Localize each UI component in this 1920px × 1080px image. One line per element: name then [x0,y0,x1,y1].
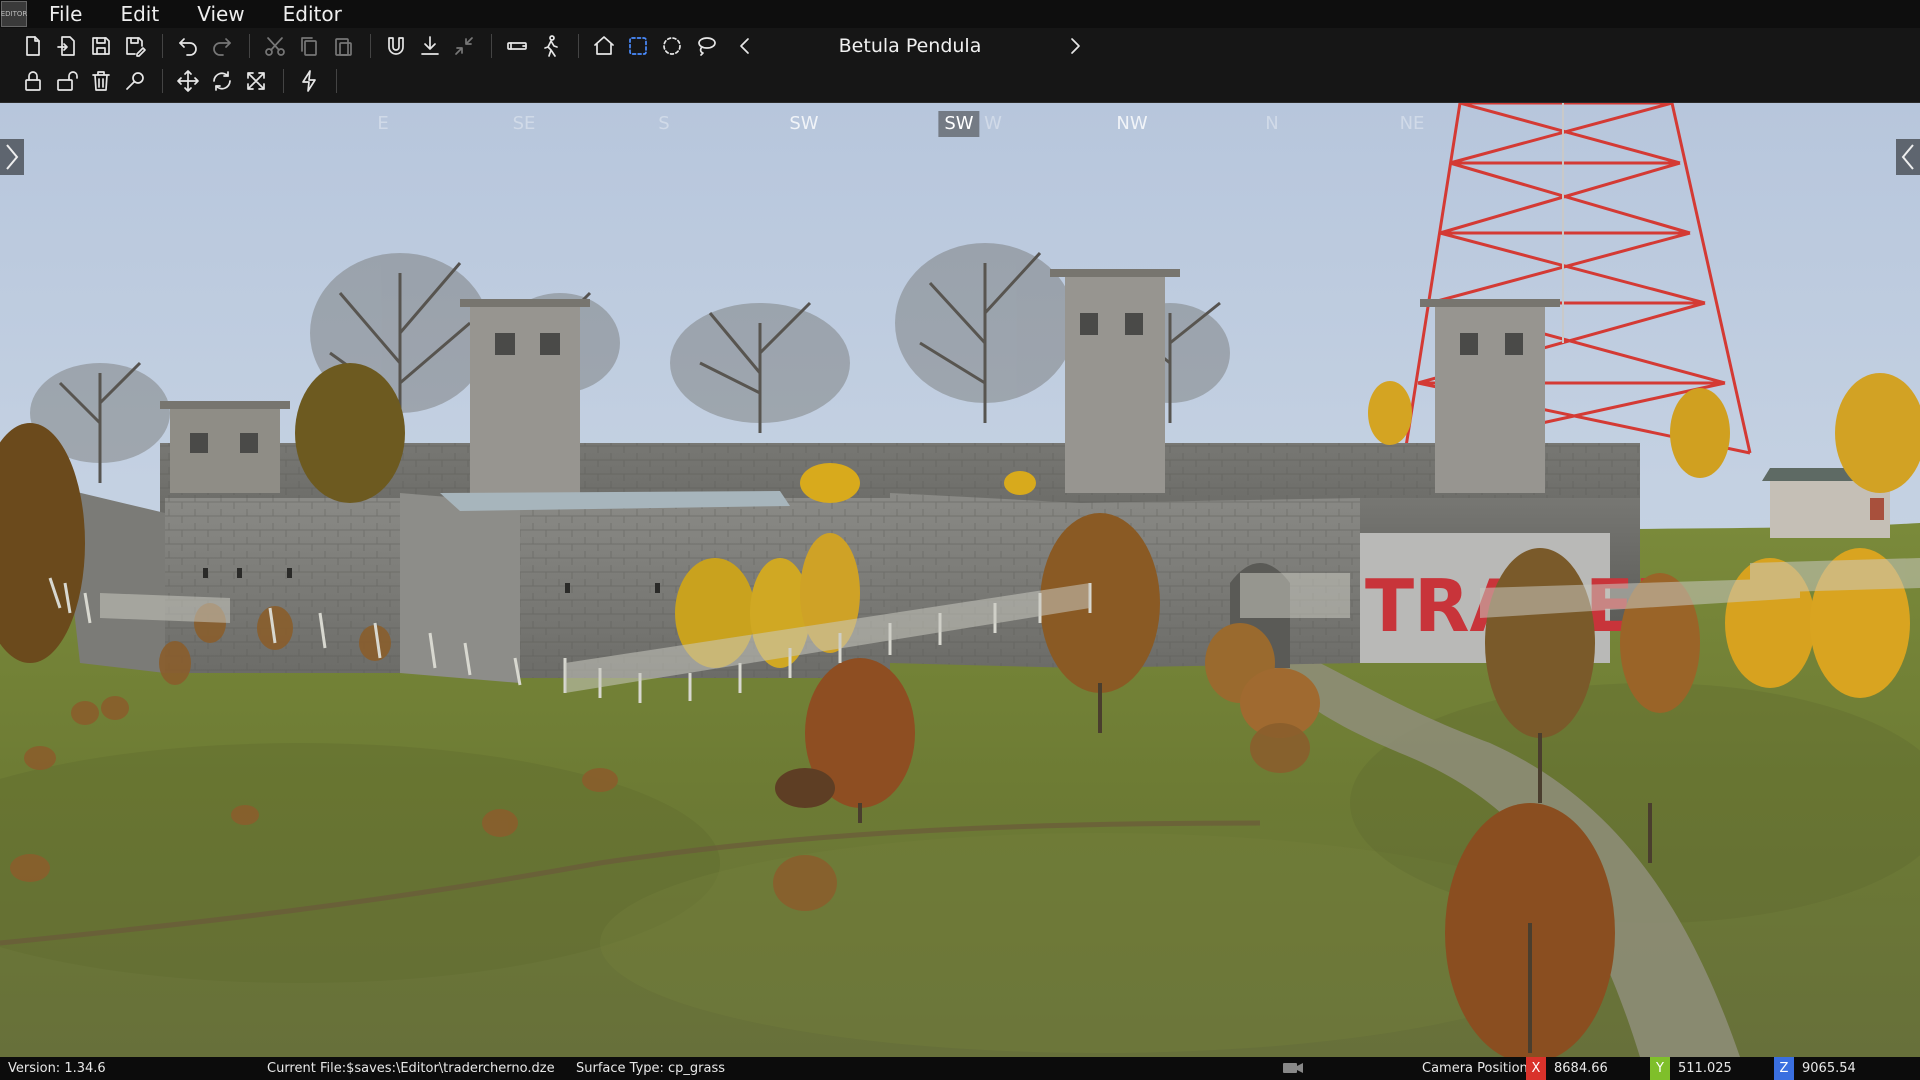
camera-z-value: 9065.54 [1802,1061,1856,1076]
circle-select-icon[interactable] [657,31,687,61]
camera-z: Z 9065.54 [1774,1057,1856,1080]
toolbar-separator [249,34,250,58]
collapse-icon[interactable] [449,31,479,61]
toolbar-separator [336,69,337,93]
left-panel-toggle[interactable] [0,139,24,175]
compass-label-nw: NW [1116,113,1148,134]
ground-snap-icon[interactable] [415,31,445,61]
lightning-icon[interactable] [294,66,324,96]
chevron-left-icon [1901,144,1914,170]
toolbar: Betula Pendula [0,28,1920,103]
toolbar-separator [283,69,284,93]
toolbar-separator [578,34,579,58]
menu-file[interactable]: File [49,2,82,26]
compass-label-w: W [984,113,1002,134]
compass-label-se: SE [512,113,536,134]
menu-view[interactable]: View [197,2,244,26]
binoculars-icon[interactable] [502,31,532,61]
brush-name: Betula Pendula [838,35,982,57]
chevron-right-icon [6,144,19,170]
toolbar-row-1 [18,29,725,63]
save-as-icon[interactable] [120,31,150,61]
current-file-text: Current File:$saves:\Editor\tradercherno… [267,1061,555,1076]
paste-icon[interactable] [328,31,358,61]
trash-icon[interactable] [86,66,116,96]
camera-x: X 8684.66 [1526,1057,1608,1080]
3d-viewport[interactable]: TRADER [0,103,1920,1057]
camera-position-label: Camera Position [1422,1061,1528,1076]
compass-label-sw: SW [789,113,819,134]
cut-icon[interactable] [260,31,290,61]
menu-edit[interactable]: Edit [120,2,159,26]
camera-y-value: 511.025 [1678,1061,1732,1076]
compass-strip: E SE S SW SW W NW N NE [0,111,1920,139]
right-panel-toggle[interactable] [1896,139,1920,175]
scale-icon[interactable] [241,66,271,96]
new-file-icon[interactable] [18,31,48,61]
toolbar-separator [491,34,492,58]
compass-label-s: S [658,113,670,134]
compass-label-ne: NE [1399,113,1425,134]
search-icon[interactable] [120,66,150,96]
toolbar-row-2 [18,64,347,98]
box-select-icon[interactable] [623,31,653,61]
lasso-select-icon[interactable] [691,31,721,61]
home-icon[interactable] [589,31,619,61]
save-icon[interactable] [86,31,116,61]
compass-heading-current: SW [938,111,980,137]
camera-y: Y 511.025 [1650,1057,1732,1080]
chevron-left-icon[interactable] [730,31,760,61]
chevron-right-icon[interactable] [1060,31,1090,61]
compass-label-n: N [1265,113,1279,134]
z-axis-badge: Z [1774,1057,1794,1080]
x-axis-badge: X [1526,1057,1546,1080]
rotate-icon[interactable] [207,66,237,96]
toolbar-separator [370,34,371,58]
redo-icon[interactable] [207,31,237,61]
version-text: Version: 1.34.6 [8,1061,106,1076]
app-logo-icon: EDITOR [1,1,27,27]
scene-render: TRADER [0,103,1920,1057]
magnet-icon[interactable] [381,31,411,61]
compass-label-e: E [377,113,389,134]
walk-icon[interactable] [536,31,566,61]
lock-icon[interactable] [18,66,48,96]
move-icon[interactable] [173,66,203,96]
copy-icon[interactable] [294,31,324,61]
surface-type-text: Surface Type: cp_grass [576,1061,726,1076]
import-file-icon[interactable] [52,31,82,61]
y-axis-badge: Y [1650,1057,1670,1080]
camera-x-value: 8684.66 [1554,1061,1608,1076]
brush-selector: Betula Pendula [730,30,1090,62]
toolbar-separator [162,69,163,93]
camera-icon[interactable] [1282,1061,1304,1075]
undo-icon[interactable] [173,31,203,61]
unlock-icon[interactable] [52,66,82,96]
toolbar-separator [162,34,163,58]
menu-editor[interactable]: Editor [283,2,342,26]
menu-bar: EDITOR File Edit View Editor [0,0,1920,28]
status-bar: Version: 1.34.6 Current File:$saves:\Edi… [0,1057,1920,1080]
